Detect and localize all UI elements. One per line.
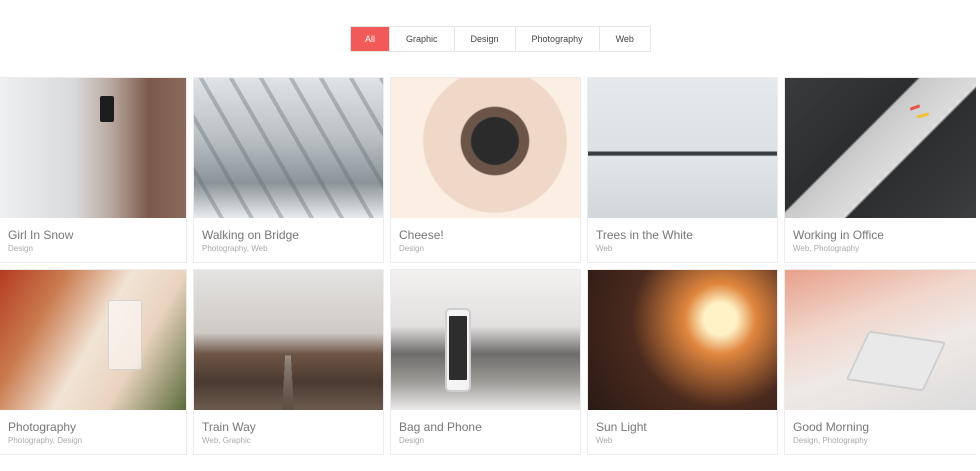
portfolio-thumbnail[interactable] bbox=[785, 270, 976, 410]
portfolio-item-title[interactable]: Good Morning bbox=[793, 419, 968, 435]
bridge-truss-shape bbox=[194, 78, 383, 218]
portfolio-item-sun-light[interactable]: Sun Light Web bbox=[587, 269, 778, 455]
phone-screen-shape bbox=[449, 316, 467, 380]
filter-photography-button[interactable]: Photography bbox=[516, 27, 600, 51]
portfolio-row: Photography Photography, Design Train Wa… bbox=[0, 269, 980, 455]
portfolio-grid: Girl In Snow Design Walking on Bridge Ph… bbox=[0, 77, 980, 455]
portfolio-item-categories: Web bbox=[596, 436, 613, 445]
portfolio-item-categories: Photography, Design bbox=[8, 436, 83, 445]
portfolio-thumbnail[interactable] bbox=[588, 270, 777, 410]
portfolio-item-working-in-office[interactable]: Working in Office Web, Photography bbox=[784, 77, 976, 263]
portfolio-item-title[interactable]: Train Way bbox=[202, 419, 375, 435]
portfolio-thumbnail[interactable] bbox=[391, 78, 580, 218]
portfolio-item-walking-on-bridge[interactable]: Walking on Bridge Photography, Web bbox=[193, 77, 384, 263]
portfolio-item-title[interactable]: Walking on Bridge bbox=[202, 227, 375, 243]
portfolio-item-train-way[interactable]: Train Way Web, Graphic bbox=[193, 269, 384, 455]
portfolio-item-girl-in-snow[interactable]: Girl In Snow Design bbox=[0, 77, 187, 263]
portfolio-item-photography[interactable]: Photography Photography, Design bbox=[0, 269, 187, 455]
rail-track-shape bbox=[281, 355, 295, 410]
glass-shape bbox=[108, 300, 142, 370]
filter-web-button[interactable]: Web bbox=[600, 27, 650, 51]
portfolio-item-categories: Photography, Web bbox=[202, 244, 268, 253]
phone-shape bbox=[100, 96, 114, 122]
portfolio-item-categories: Design bbox=[8, 244, 33, 253]
portfolio-thumbnail[interactable] bbox=[391, 270, 580, 410]
portfolio-item-title[interactable]: Sun Light bbox=[596, 419, 769, 435]
marker-shape bbox=[916, 112, 930, 119]
portfolio-item-title[interactable]: Girl In Snow bbox=[8, 227, 178, 243]
portfolio-item-categories: Design, Photography bbox=[793, 436, 868, 445]
filter-design-button[interactable]: Design bbox=[455, 27, 516, 51]
filter-all-button[interactable]: All bbox=[351, 27, 391, 51]
portfolio-item-good-morning[interactable]: Good Morning Design, Photography bbox=[784, 269, 976, 455]
portfolio-item-title[interactable]: Bag and Phone bbox=[399, 419, 572, 435]
portfolio-item-categories: Design bbox=[399, 436, 424, 445]
laptop-shape bbox=[845, 330, 947, 392]
portfolio-filter-bar: All Graphic Design Photography Web bbox=[350, 26, 651, 52]
portfolio-item-title[interactable]: Working in Office bbox=[793, 227, 968, 243]
portfolio-item-title[interactable]: Trees in the White bbox=[596, 227, 769, 243]
filter-graphic-button[interactable]: Graphic bbox=[390, 27, 455, 51]
portfolio-thumbnail[interactable] bbox=[0, 270, 186, 410]
portfolio-item-title[interactable]: Photography bbox=[8, 419, 178, 435]
portfolio-item-categories: Web bbox=[596, 244, 613, 253]
portfolio-thumbnail[interactable] bbox=[194, 270, 383, 410]
portfolio-thumbnail[interactable] bbox=[588, 78, 777, 218]
portfolio-item-categories: Design bbox=[399, 244, 424, 253]
marker-shape bbox=[909, 104, 921, 111]
portfolio-thumbnail[interactable] bbox=[785, 78, 976, 218]
portfolio-row: Girl In Snow Design Walking on Bridge Ph… bbox=[0, 77, 980, 263]
portfolio-item-trees-in-the-white[interactable]: Trees in the White Web bbox=[587, 77, 778, 263]
portfolio-item-categories: Web, Graphic bbox=[202, 436, 251, 445]
portfolio-thumbnail[interactable] bbox=[194, 78, 383, 218]
portfolio-item-cheese[interactable]: Cheese! Design bbox=[390, 77, 581, 263]
portfolio-item-title[interactable]: Cheese! bbox=[399, 227, 572, 243]
portfolio-thumbnail[interactable] bbox=[0, 78, 186, 218]
portfolio-item-bag-and-phone[interactable]: Bag and Phone Design bbox=[390, 269, 581, 455]
portfolio-item-categories: Web, Photography bbox=[793, 244, 860, 253]
